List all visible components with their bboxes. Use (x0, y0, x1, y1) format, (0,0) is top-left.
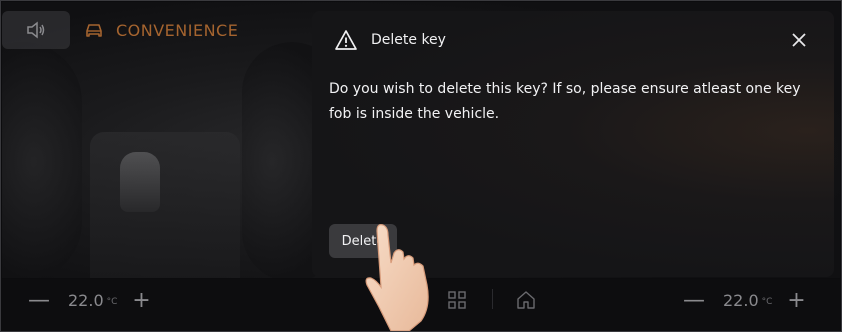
right-temp-unit: °C (761, 297, 773, 307)
close-button[interactable] (786, 27, 812, 53)
car-icon (86, 24, 102, 37)
center-console-shape (90, 132, 240, 278)
right-temperature-control: — 22.0 °C + (683, 288, 806, 313)
nav-divider (492, 289, 493, 309)
gear-lever-shape (120, 152, 160, 212)
close-icon (792, 33, 806, 47)
section-title: CONVENIENCE (116, 20, 239, 40)
right-temp-value: 22.0 (723, 290, 759, 310)
pointing-hand-icon (365, 224, 429, 331)
left-temp-decrease-button[interactable]: — (28, 288, 50, 313)
left-temperature-control: — 22.0 °C + (28, 288, 151, 313)
speaker-icon (27, 21, 45, 39)
dialog-message: Do you wish to delete this key? If so, p… (329, 81, 801, 122)
right-temp-decrease-button[interactable]: — (683, 288, 705, 313)
section-header: CONVENIENCE (84, 21, 238, 40)
screen-frame: CONVENIENCE Delete key Do you wish to de… (0, 0, 842, 332)
sound-button[interactable] (2, 11, 70, 49)
left-temp-value: 22.0 (68, 290, 104, 310)
left-temp-increase-button[interactable]: + (131, 288, 151, 313)
left-temp-unit: °C (106, 297, 118, 307)
right-temp-increase-button[interactable]: + (786, 288, 806, 313)
home-icon[interactable] (515, 289, 537, 311)
dialog-title: Delete key (371, 32, 446, 48)
dialog-header: Delete key (334, 27, 812, 53)
seat-left-shape (2, 42, 82, 278)
apps-grid-icon[interactable] (446, 289, 468, 311)
top-bar: CONVENIENCE (2, 11, 238, 49)
warning-triangle-icon (335, 30, 357, 50)
